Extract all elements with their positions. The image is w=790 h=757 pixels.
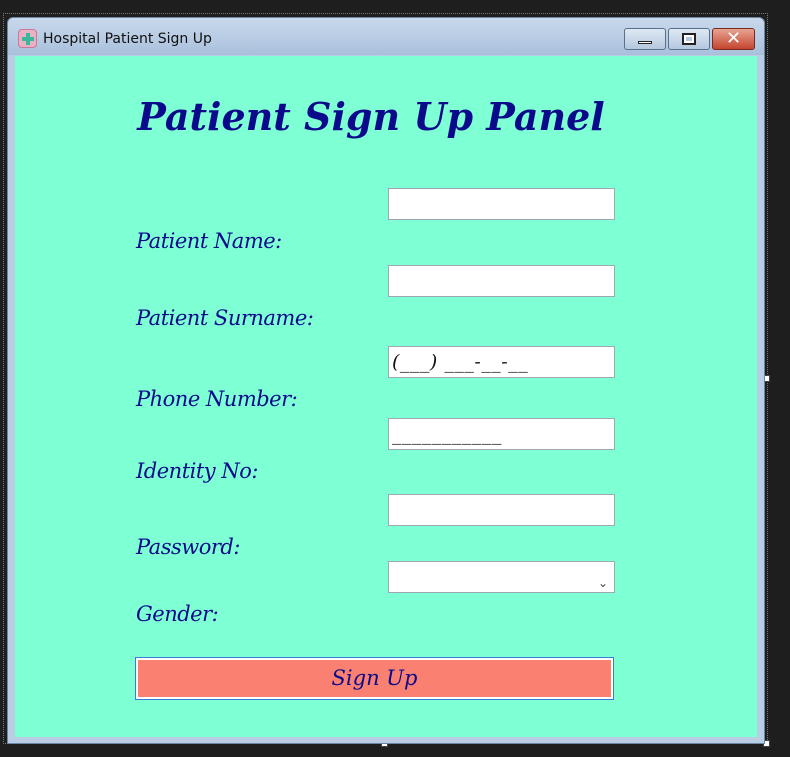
- maximize-button[interactable]: [668, 28, 710, 50]
- patient-name-input[interactable]: [388, 188, 615, 220]
- gender-select[interactable]: ⌄: [388, 561, 615, 593]
- app-window: Hospital Patient Sign Up ✕ Patient Sign …: [7, 17, 765, 744]
- identity-no-label: Identity No:: [136, 459, 258, 483]
- chevron-down-icon: ⌄: [597, 576, 608, 590]
- identity-no-input[interactable]: ___________: [388, 418, 615, 450]
- hospital-icon: [18, 29, 37, 48]
- patient-surname-input[interactable]: [388, 265, 615, 297]
- minimize-icon: [638, 41, 652, 44]
- close-button[interactable]: ✕: [712, 28, 755, 50]
- minimize-button[interactable]: [624, 28, 666, 50]
- title-bar[interactable]: Hospital Patient Sign Up ✕: [8, 18, 764, 55]
- patient-name-label: Patient Name:: [136, 229, 282, 253]
- password-label: Password:: [136, 535, 240, 559]
- maximize-icon: [682, 33, 696, 45]
- page-title: Patient Sign Up Panel: [137, 94, 605, 139]
- password-input[interactable]: [388, 494, 615, 526]
- patient-surname-label: Patient Surname:: [136, 306, 314, 330]
- sign-up-button[interactable]: Sign Up: [135, 657, 614, 700]
- phone-number-input[interactable]: (___) ___-__-__: [388, 346, 615, 378]
- form-client-area: Patient Sign Up Panel Patient Name: Pati…: [15, 56, 757, 737]
- phone-number-label: Phone Number:: [136, 387, 298, 411]
- close-icon: ✕: [725, 28, 742, 49]
- window-title: Hospital Patient Sign Up: [43, 31, 212, 47]
- gender-label: Gender:: [136, 602, 219, 626]
